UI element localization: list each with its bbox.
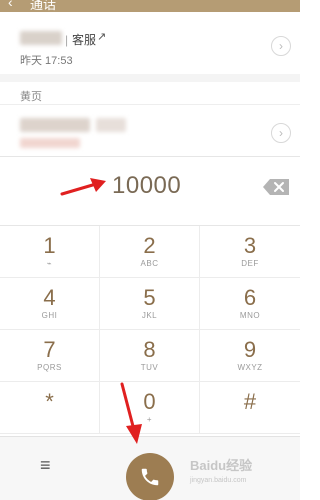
yellow-page-row[interactable]: › <box>0 108 300 156</box>
key-4[interactable]: 4 GHI <box>0 278 100 330</box>
key-5[interactable]: 5 JKL <box>100 278 200 330</box>
bottom-bar: ≡ Baidu经验 jingyan.baidu.com <box>0 436 300 500</box>
blurred-entry-extra <box>96 118 126 132</box>
blurred-contact-name <box>20 31 62 45</box>
watermark: Baidu经验 <box>190 458 253 473</box>
key-digit: 3 <box>243 233 257 258</box>
key-letters: DEF <box>241 259 259 268</box>
key-letters: WXYZ <box>237 363 263 372</box>
blurred-entry-number <box>20 138 80 148</box>
yellow-pages-heading: 黄页 <box>20 91 42 103</box>
key-letters: GHI <box>41 311 58 320</box>
menu-icon[interactable]: ≡ <box>40 455 51 476</box>
key-letters: + <box>146 415 153 424</box>
service-label: 客服 <box>72 33 97 47</box>
key-2[interactable]: 2 ABC <box>100 226 200 278</box>
key-digit: 0 <box>143 389 156 414</box>
key-star[interactable]: * <box>0 382 100 434</box>
dial-number-display: 10000 <box>0 156 300 226</box>
top-bar: ‹ 通话 <box>0 0 300 12</box>
key-letters: ABC <box>140 259 159 268</box>
key-digit: 6 <box>243 285 257 310</box>
key-digit: 5 <box>143 285 156 310</box>
divider <box>0 104 300 105</box>
dialed-number: 10000 <box>112 172 182 199</box>
key-digit: # <box>243 389 257 414</box>
key-digit: 1 <box>43 233 56 258</box>
watermark-url: jingyan.baidu.com <box>190 477 247 484</box>
phone-icon <box>141 468 159 486</box>
outgoing-call-icon: ↗ <box>97 31 107 43</box>
section-gap <box>0 74 300 82</box>
key-3[interactable]: 3 DEF <box>200 226 300 278</box>
key-9[interactable]: 9 WXYZ <box>200 330 300 382</box>
key-7[interactable]: 7 PQRS <box>0 330 100 382</box>
chevron-right-icon[interactable]: › <box>271 36 291 56</box>
backspace-icon[interactable] <box>263 179 289 195</box>
key-digit: 9 <box>243 337 257 362</box>
key-digit: 2 <box>143 233 156 258</box>
key-1[interactable]: 1 ⌁ <box>0 226 100 278</box>
key-digit: 7 <box>43 337 56 362</box>
key-letters: JKL <box>141 311 158 320</box>
key-digit: 8 <box>143 337 156 362</box>
key-letters: TUV <box>140 363 159 372</box>
key-0[interactable]: 0 + <box>100 382 200 434</box>
blurred-entry-name <box>20 118 90 132</box>
call-button[interactable] <box>126 453 174 500</box>
page-title: 通话 <box>30 0 57 12</box>
back-arrow-icon[interactable]: ‹ <box>8 0 13 10</box>
key-6[interactable]: 6 MNO <box>200 278 300 330</box>
recent-call-row[interactable]: | 客服 ↗ 昨天 17:53 › <box>0 22 300 70</box>
key-digit: 4 <box>43 285 56 310</box>
call-time: 昨天 17:53 <box>20 55 73 67</box>
chevron-right-icon[interactable]: › <box>271 123 291 143</box>
separator: | <box>65 33 69 47</box>
key-8[interactable]: 8 TUV <box>100 330 200 382</box>
keypad: 1 ⌁ 2 ABC 3 DEF 4 GHI 5 JKL 6 MNO 7 PQRS… <box>0 226 300 436</box>
key-digit: * <box>45 389 54 414</box>
key-hash[interactable]: # <box>200 382 300 434</box>
voicemail-icon: ⌁ <box>46 259 53 268</box>
key-letters: PQRS <box>37 363 62 372</box>
key-letters: MNO <box>239 311 261 320</box>
